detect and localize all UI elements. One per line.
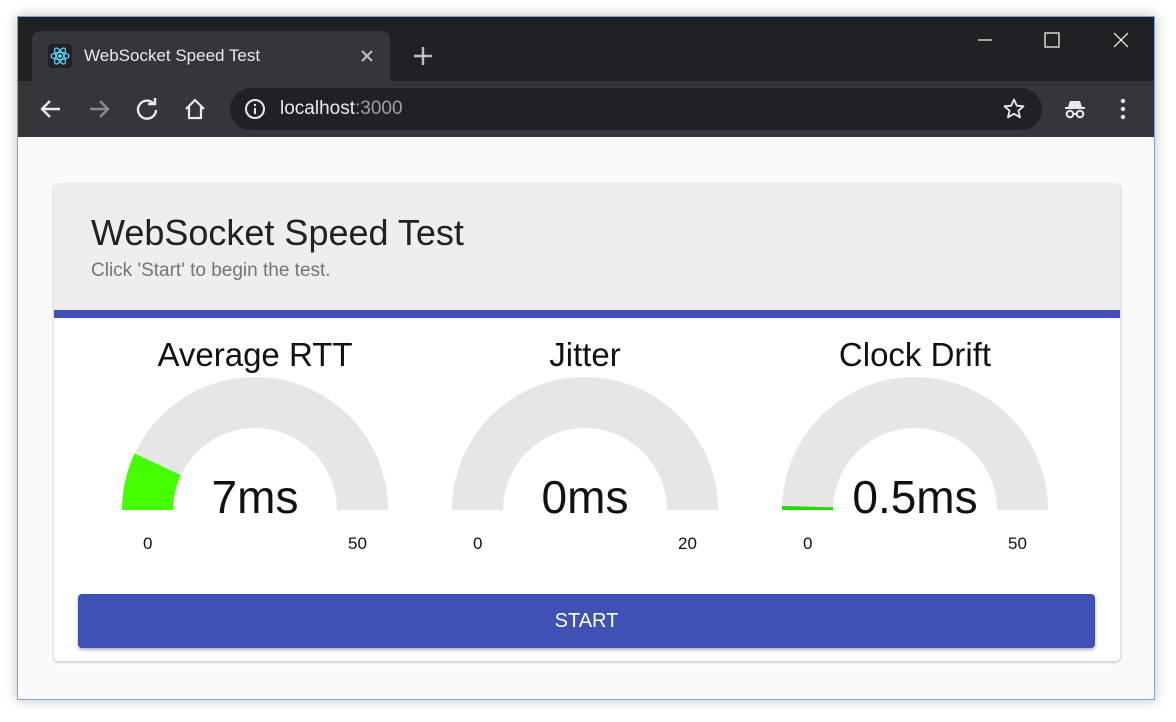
gauge-title: Clock Drift xyxy=(838,336,992,373)
gauge-value: 0.5ms xyxy=(852,471,978,523)
url-text: localhost:3000 xyxy=(280,98,403,120)
window-close-icon[interactable] xyxy=(1098,25,1144,55)
react-icon xyxy=(48,44,72,68)
gauge-average-rtt: Average RTT 7ms 0 50 xyxy=(105,336,405,556)
page-title: WebSocket Speed Test xyxy=(91,212,464,253)
new-tab-icon[interactable] xyxy=(410,43,436,69)
accent-bar xyxy=(54,310,1120,318)
gauge-max-label: 50 xyxy=(348,534,367,553)
gauge-min-label: 0 xyxy=(143,534,153,553)
gauge-jitter: Jitter 0ms 0 20 xyxy=(435,336,735,556)
browser-toolbar: localhost:3000 xyxy=(18,81,1154,137)
tab-title: WebSocket Speed Test xyxy=(84,46,261,65)
minimize-icon[interactable] xyxy=(962,25,1008,55)
close-tab-icon[interactable] xyxy=(354,43,380,69)
tab-strip: WebSocket Speed Test xyxy=(18,17,1154,81)
home-icon[interactable] xyxy=(181,95,209,123)
gauge-title: Jitter xyxy=(549,336,621,373)
url-host: localhost xyxy=(280,98,355,119)
gauge-min-label: 0 xyxy=(803,534,813,553)
menu-dots-icon[interactable] xyxy=(1109,95,1137,123)
page-subtitle: Click 'Start' to begin the test. xyxy=(91,260,331,281)
address-bar[interactable]: localhost:3000 xyxy=(230,88,1042,130)
gauge-value: 0ms xyxy=(541,471,629,523)
bookmark-star-icon[interactable] xyxy=(1002,97,1026,121)
page-content: WebSocket Speed Test Click 'Start' to be… xyxy=(18,137,1154,699)
url-port: :3000 xyxy=(355,98,403,119)
incognito-icon[interactable] xyxy=(1061,95,1089,123)
maximize-icon[interactable] xyxy=(1028,25,1074,55)
browser-tab[interactable]: WebSocket Speed Test xyxy=(32,31,390,81)
gauge-min-label: 0 xyxy=(473,534,483,553)
info-icon[interactable] xyxy=(244,98,266,120)
gauge-value: 7ms xyxy=(211,471,299,523)
speed-test-card: WebSocket Speed Test Click 'Start' to be… xyxy=(54,184,1120,661)
card-header: WebSocket Speed Test Click 'Start' to be… xyxy=(54,184,1120,310)
gauge-title: Average RTT xyxy=(157,336,353,373)
forward-arrow-icon[interactable] xyxy=(85,95,113,123)
start-button[interactable]: START xyxy=(78,594,1095,648)
gauge-max-label: 50 xyxy=(1008,534,1027,553)
browser-window: WebSocket Speed Test localhost:3000 WebS… xyxy=(17,16,1155,700)
reload-icon[interactable] xyxy=(133,95,161,123)
back-arrow-icon[interactable] xyxy=(37,95,65,123)
gauge-clock-drift: Clock Drift 0.5ms 0 50 xyxy=(765,336,1065,556)
gauge-max-label: 20 xyxy=(678,534,697,553)
